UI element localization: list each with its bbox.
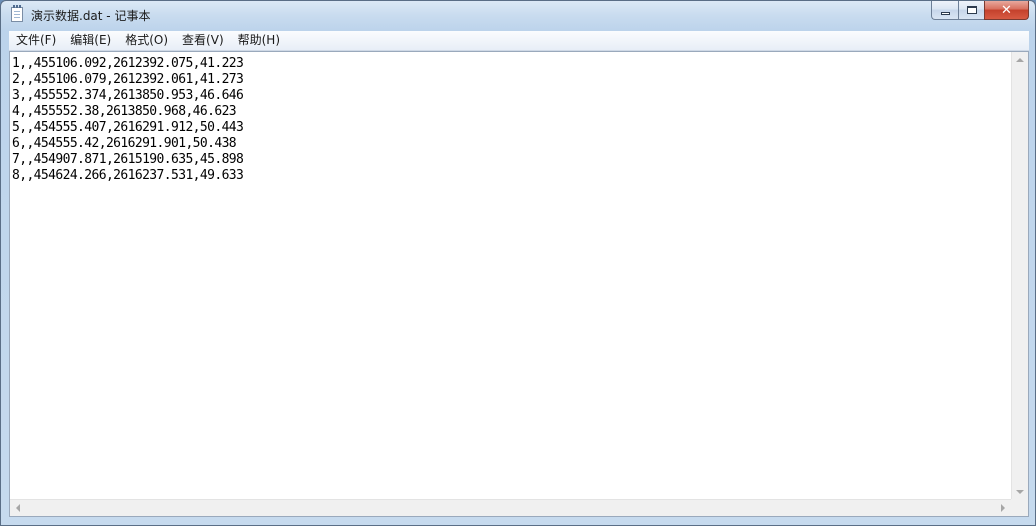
menu-help[interactable]: 帮助(H) bbox=[231, 31, 287, 50]
text-line[interactable]: 1,,455106.092,2612392.075,41.223 bbox=[12, 56, 1012, 72]
maximize-icon bbox=[966, 6, 977, 14]
menu-file[interactable]: 文件(F) bbox=[9, 31, 63, 50]
window-bottom-frame bbox=[1, 518, 1035, 525]
minimize-button[interactable] bbox=[931, 1, 958, 20]
close-icon: ✕ bbox=[1001, 2, 1012, 18]
text-line[interactable]: 5,,454555.407,2616291.912,50.443 bbox=[12, 120, 1012, 136]
text-editor[interactable]: 1,,455106.092,2612392.075,41.223 2,,4551… bbox=[9, 51, 1029, 517]
menu-bar: 文件(F) 编辑(E) 格式(O) 查看(V) 帮助(H) bbox=[9, 31, 1029, 51]
scroll-up-arrow-icon[interactable] bbox=[1016, 58, 1024, 62]
window-controls: ✕ bbox=[931, 1, 1029, 20]
text-line[interactable]: 3,,455552.374,2613850.953,46.646 bbox=[12, 88, 1012, 104]
scroll-down-arrow-icon[interactable] bbox=[1016, 490, 1024, 494]
notepad-icon[interactable] bbox=[11, 5, 23, 22]
menu-edit[interactable]: 编辑(E) bbox=[63, 31, 118, 50]
menu-format[interactable]: 格式(O) bbox=[118, 31, 175, 50]
window-title: 演示数据.dat - 记事本 bbox=[31, 9, 151, 23]
horizontal-scrollbar[interactable] bbox=[10, 499, 1011, 516]
close-button[interactable]: ✕ bbox=[984, 1, 1029, 20]
minimize-icon bbox=[940, 11, 950, 15]
notepad-window: 演示数据.dat - 记事本 ✕ 文件(F) 编辑(E) 格式(O) 查看(V)… bbox=[0, 0, 1036, 526]
size-grip[interactable] bbox=[1011, 499, 1028, 516]
text-line[interactable]: 6,,454555.42,2616291.901,50.438 bbox=[12, 136, 1012, 152]
scroll-right-arrow-icon[interactable] bbox=[1001, 504, 1005, 512]
title-bar[interactable]: 演示数据.dat - 记事本 ✕ bbox=[1, 1, 1035, 29]
menu-view[interactable]: 查看(V) bbox=[175, 31, 231, 50]
vertical-scrollbar[interactable] bbox=[1011, 52, 1028, 500]
text-line[interactable]: 4,,455552.38,2613850.968,46.623 bbox=[12, 104, 1012, 120]
text-line[interactable]: 2,,455106.079,2612392.061,41.273 bbox=[12, 72, 1012, 88]
text-line[interactable]: 7,,454907.871,2615190.635,45.898 bbox=[12, 152, 1012, 168]
scroll-left-arrow-icon[interactable] bbox=[16, 504, 20, 512]
text-content[interactable]: 1,,455106.092,2612392.075,41.223 2,,4551… bbox=[10, 52, 1012, 500]
text-line[interactable]: 8,,454624.266,2616237.531,49.633 bbox=[12, 168, 1012, 184]
maximize-button[interactable] bbox=[958, 1, 984, 20]
